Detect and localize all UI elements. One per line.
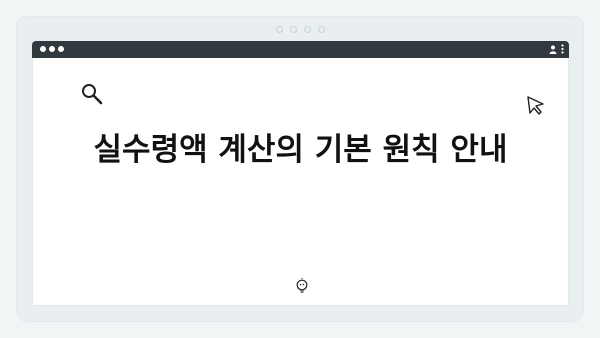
window-controls	[40, 46, 64, 52]
window-dot-minimize[interactable]	[49, 46, 55, 52]
mouse-pointer-icon	[527, 96, 544, 115]
pagination-dots	[276, 26, 325, 33]
user-icon[interactable]	[549, 45, 557, 54]
window-titlebar	[32, 41, 569, 58]
page-content: 실수령액 계산의 기본 원칙 안내	[32, 58, 569, 306]
lightbulb-icon	[296, 278, 308, 293]
window-dot-close[interactable]	[40, 46, 46, 52]
kebab-menu-icon[interactable]	[561, 44, 564, 54]
dot	[318, 26, 325, 33]
window-dot-maximize[interactable]	[58, 46, 64, 52]
page-title: 실수령액 계산의 기본 원칙 안내	[93, 132, 508, 168]
dot	[304, 26, 311, 33]
magnifier-icon[interactable]	[80, 82, 104, 106]
dot	[290, 26, 297, 33]
titlebar-actions	[549, 44, 564, 54]
dot	[276, 26, 283, 33]
